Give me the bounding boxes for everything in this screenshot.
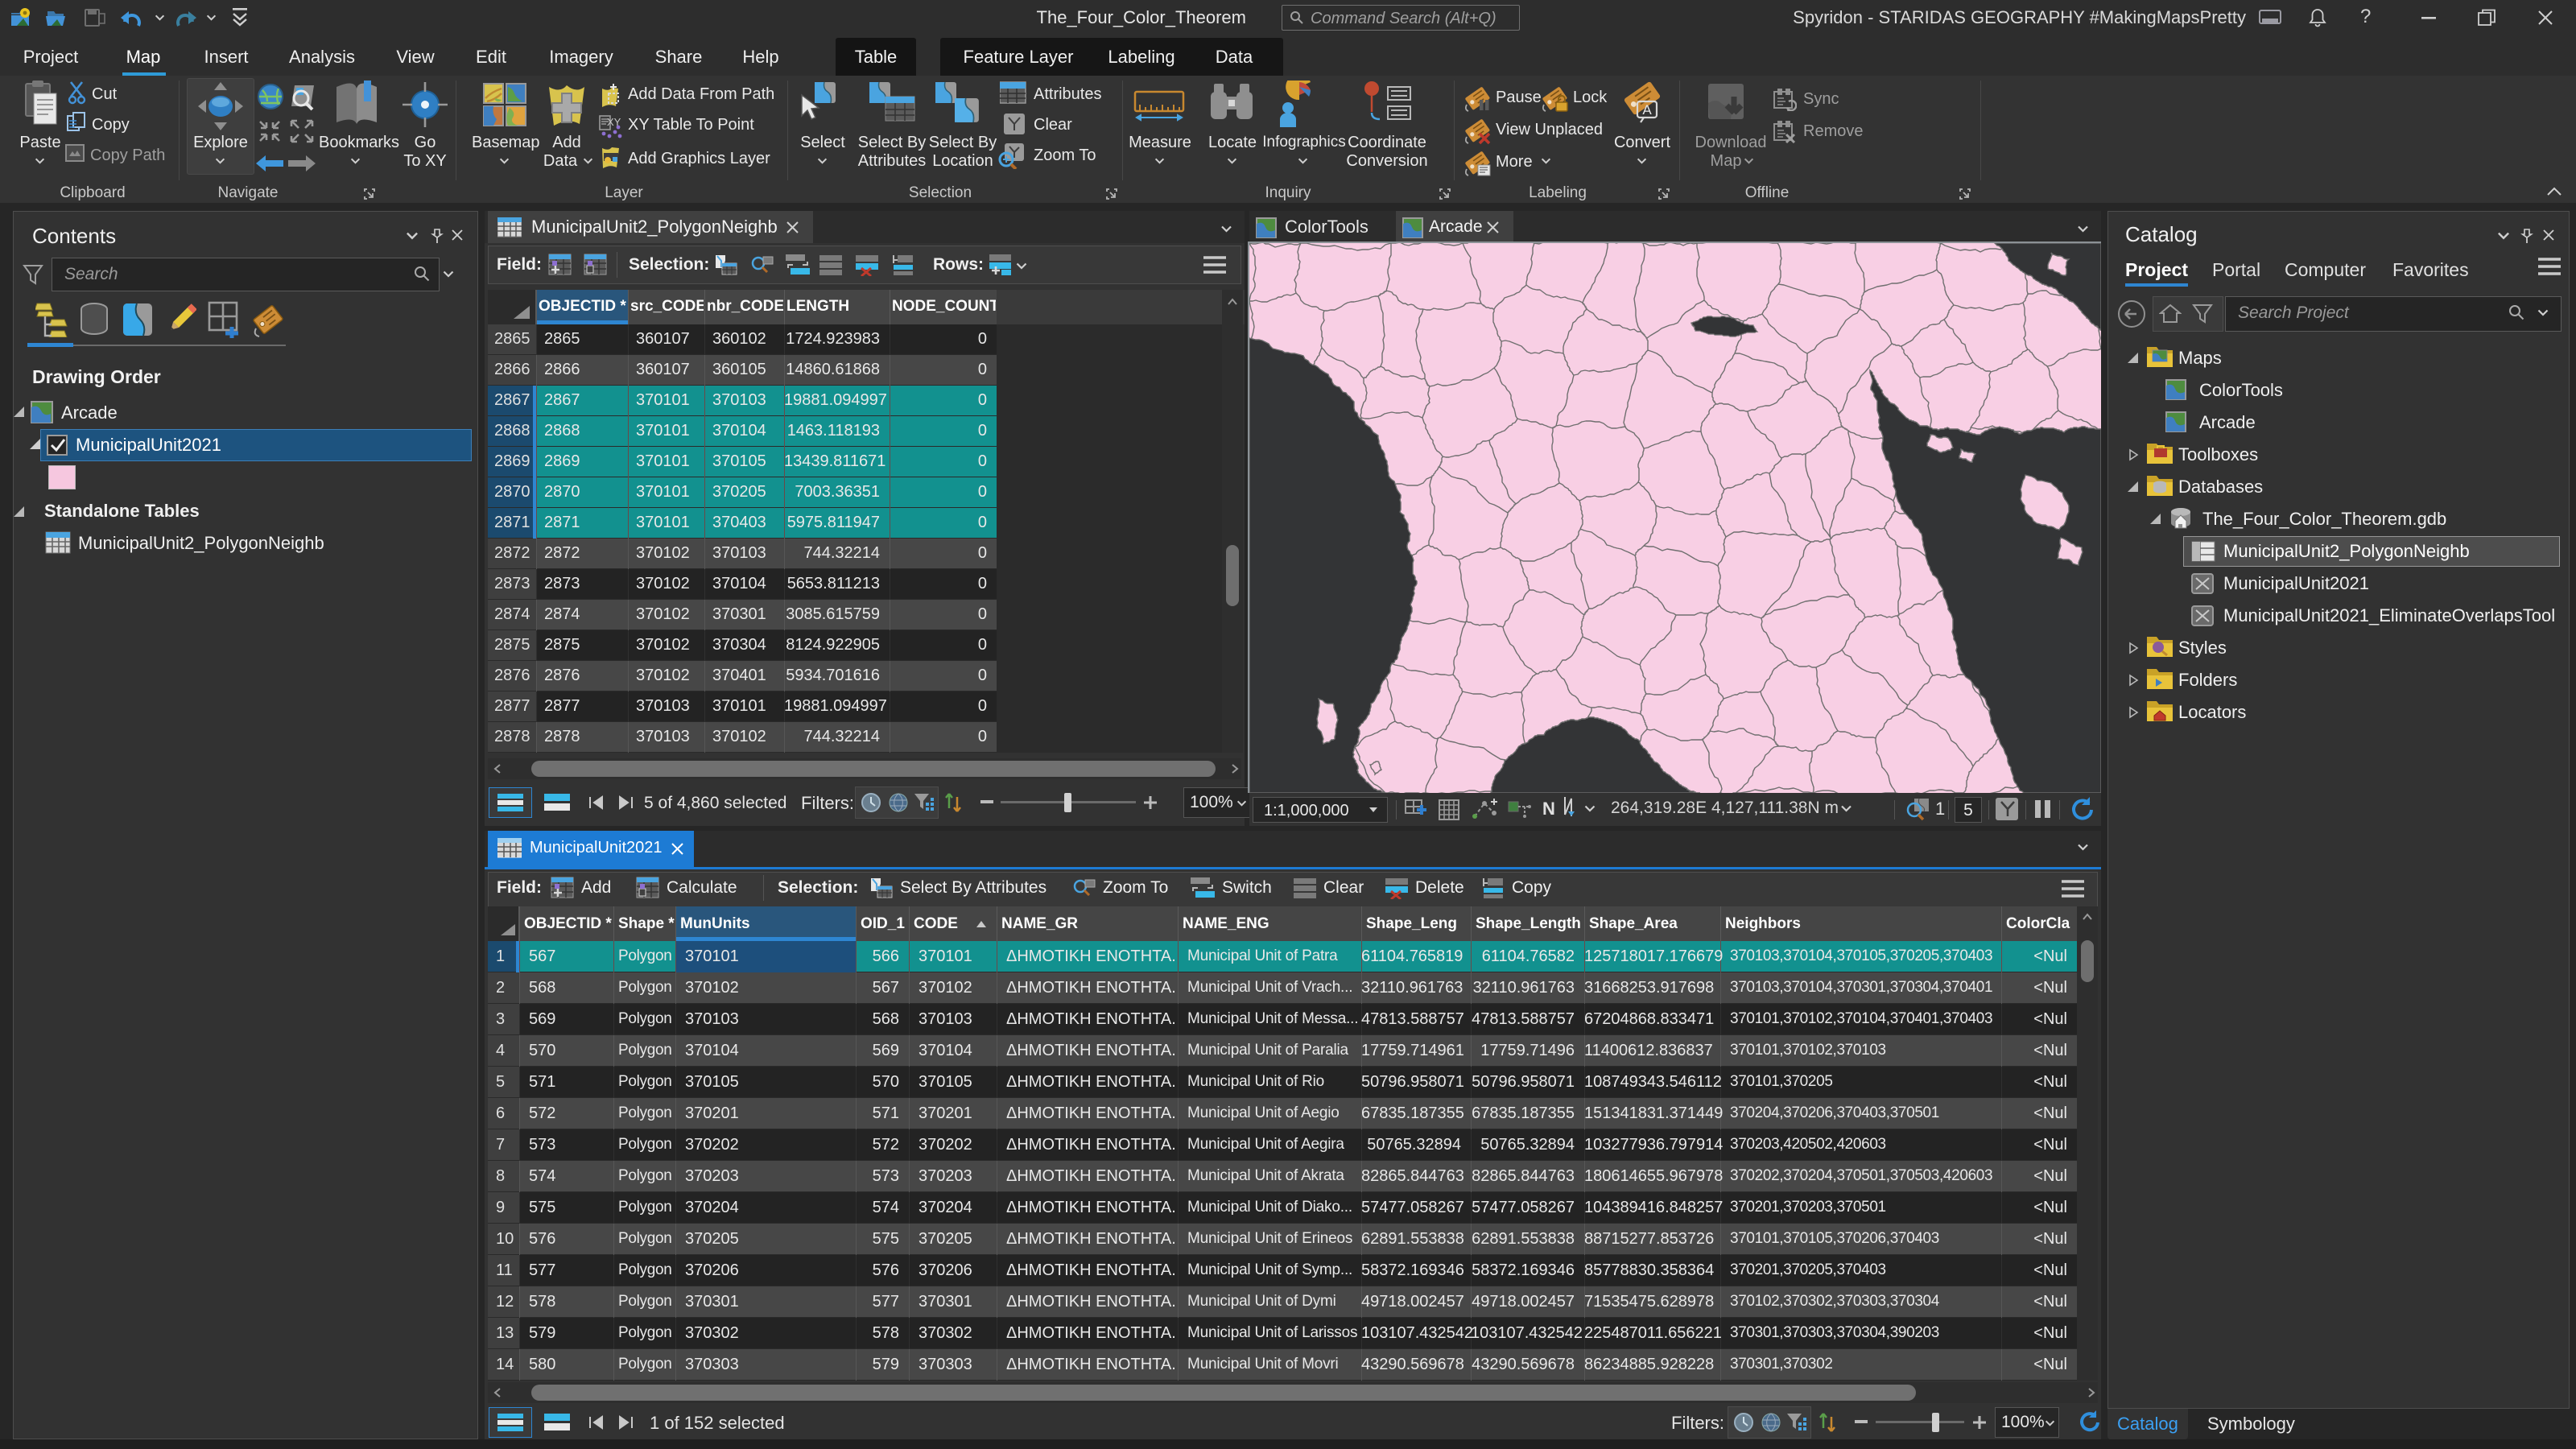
svg-text:A: A (1642, 102, 1652, 118)
